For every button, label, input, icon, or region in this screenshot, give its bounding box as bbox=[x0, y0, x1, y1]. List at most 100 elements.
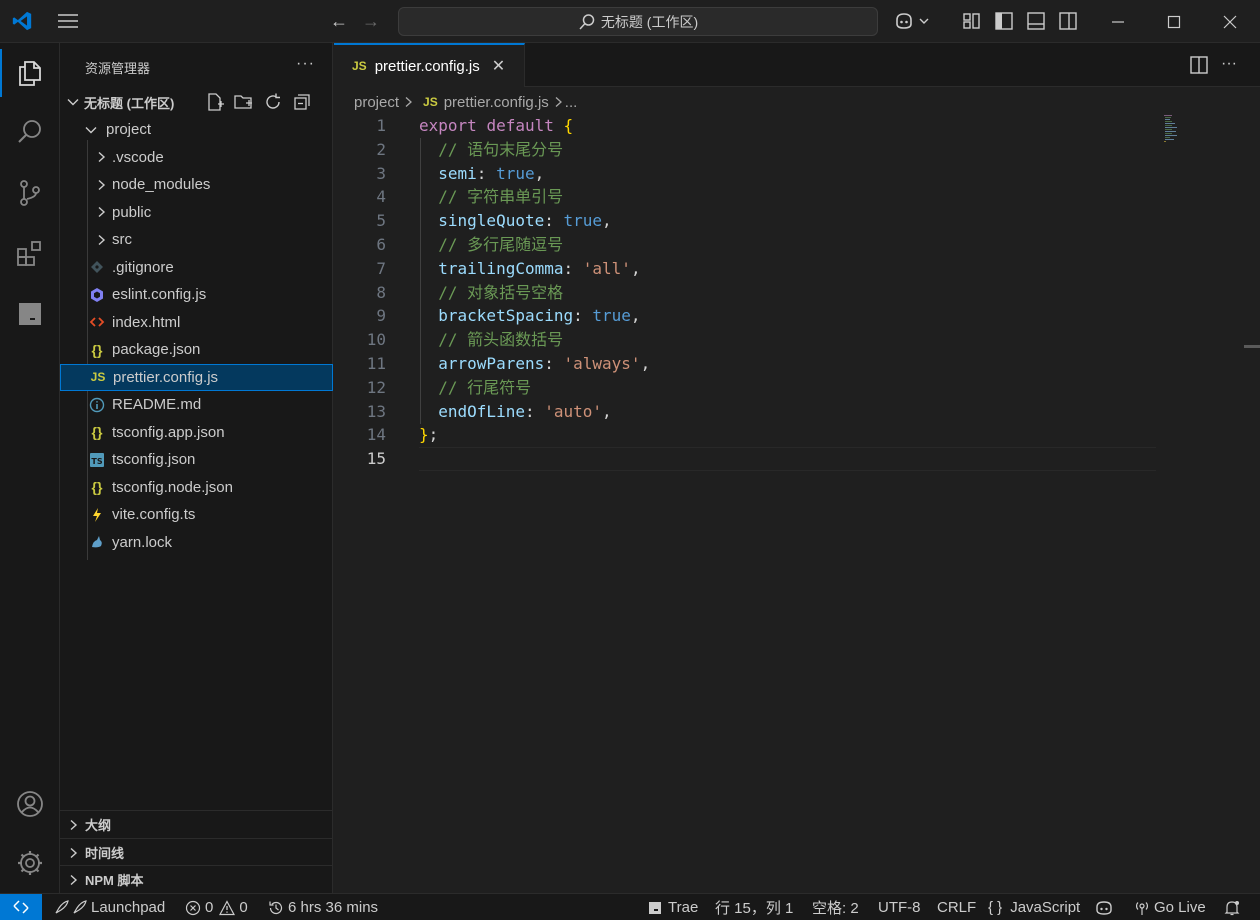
tree-item-label: .vscode bbox=[112, 148, 164, 166]
cursor-position[interactable]: 行 15，列 1 bbox=[715, 894, 793, 920]
activity-panel-view[interactable] bbox=[0, 286, 60, 342]
explorer-sidebar: 资源管理器 ··· 无标题 (工作区) project .vscode node_m… bbox=[60, 43, 333, 893]
warning-icon bbox=[219, 899, 236, 915]
breadcrumb-file[interactable]: prettier.config.js bbox=[444, 94, 549, 111]
time-tracker-item[interactable]: 6 hrs 36 mins bbox=[268, 894, 378, 920]
indentation[interactable]: 空格: 2 bbox=[812, 894, 859, 920]
activity-extensions[interactable] bbox=[0, 226, 60, 282]
workspace-header[interactable]: 无标题 (工作区) bbox=[60, 89, 333, 115]
tree-item-label: index.html bbox=[112, 313, 181, 331]
launchpad-item[interactable]: Launchpad bbox=[53, 894, 165, 920]
close-window-button[interactable] bbox=[1202, 0, 1258, 43]
outline-section[interactable]: 大纲 bbox=[60, 810, 333, 838]
tree-file[interactable]: vite.config.ts bbox=[60, 501, 333, 528]
breadcrumb-symbol[interactable]: ... bbox=[565, 94, 578, 111]
outline-label: 大纲 bbox=[85, 818, 112, 833]
tree-file[interactable]: yarn.lock bbox=[60, 529, 333, 556]
chevron-down-icon bbox=[82, 121, 100, 139]
forward-arrow-icon: → bbox=[362, 11, 380, 31]
tab-prettier-config[interactable]: JS prettier.config.js ✕ bbox=[334, 43, 525, 87]
code-line: 7 trailingComma: 'all', bbox=[334, 257, 1164, 281]
tree-file[interactable]: {} tsconfig.node.json bbox=[60, 474, 333, 501]
tree-folder[interactable]: project bbox=[60, 116, 333, 143]
notifications-button[interactable] bbox=[1224, 894, 1244, 920]
chevron-right-icon bbox=[405, 97, 413, 107]
timeline-section[interactable]: 时间线 bbox=[60, 838, 333, 866]
js-icon: JS bbox=[90, 370, 106, 384]
code-text: trailingComma: 'all', bbox=[438, 258, 641, 278]
language-mode[interactable]: { } JavaScript bbox=[988, 894, 1080, 920]
copilot-icon[interactable] bbox=[893, 11, 933, 31]
language-label: JavaScript bbox=[1010, 899, 1081, 916]
rocket-icon bbox=[55, 899, 87, 914]
more-actions-icon[interactable]: ··· bbox=[296, 55, 315, 73]
new-folder-icon[interactable] bbox=[234, 92, 254, 112]
menu-icon[interactable] bbox=[56, 11, 80, 31]
line-number: 13 bbox=[366, 401, 386, 421]
tree-folder[interactable]: public bbox=[60, 199, 333, 226]
activity-source-control[interactable] bbox=[0, 165, 60, 221]
toggle-primary-sidebar-icon[interactable] bbox=[994, 11, 1014, 31]
tree-item-label: tsconfig.app.json bbox=[112, 423, 225, 441]
split-editor-icon[interactable] bbox=[1189, 55, 1209, 75]
tree-folder[interactable]: node_modules bbox=[60, 171, 333, 198]
code-text: singleQuote: true, bbox=[438, 211, 612, 231]
refresh-icon[interactable] bbox=[263, 92, 283, 112]
ts-icon: TS bbox=[88, 451, 106, 469]
copilot-icon bbox=[1096, 900, 1112, 915]
tree-file[interactable]: JS prettier.config.js bbox=[60, 363, 333, 391]
back-arrow-icon[interactable]: ← bbox=[329, 11, 349, 31]
command-center-search[interactable]: 无标题 (工作区) bbox=[398, 7, 878, 36]
tree-file[interactable]: TS tsconfig.json bbox=[60, 446, 333, 473]
activity-explorer[interactable] bbox=[0, 45, 60, 101]
tree-folder[interactable]: .vscode bbox=[60, 144, 333, 171]
scrollbar-cursor-marker[interactable] bbox=[1244, 345, 1260, 348]
encoding[interactable]: UTF-8 bbox=[878, 894, 921, 920]
tree-file[interactable]: {} tsconfig.app.json bbox=[60, 419, 333, 446]
code-text: // 字符串单引号 bbox=[438, 187, 564, 207]
close-icon bbox=[1223, 15, 1237, 28]
json-icon: {} bbox=[91, 341, 103, 358]
end-of-line[interactable]: CRLF bbox=[937, 894, 976, 920]
breadcrumb-project[interactable]: project bbox=[354, 94, 399, 111]
customize-layout-icon[interactable] bbox=[962, 11, 982, 31]
tree-file[interactable]: index.html bbox=[60, 309, 333, 336]
code-line: 3 semi: true, bbox=[334, 162, 1164, 186]
line-number: 5 bbox=[376, 211, 386, 231]
copilot-status[interactable] bbox=[1095, 894, 1117, 920]
code-line: 14}; bbox=[334, 423, 1164, 447]
tree-file[interactable]: README.md bbox=[60, 391, 333, 418]
activity-accounts[interactable] bbox=[0, 776, 60, 832]
go-live-button[interactable]: Go Live bbox=[1134, 894, 1206, 920]
code-text: // 行尾符号 bbox=[438, 377, 532, 397]
minimize-button[interactable] bbox=[1090, 0, 1146, 43]
chevron-right-icon bbox=[555, 97, 562, 107]
minimap[interactable] bbox=[1163, 114, 1193, 144]
new-file-icon[interactable] bbox=[205, 92, 225, 112]
toggle-secondary-sidebar-icon[interactable] bbox=[1058, 11, 1078, 31]
close-tab-icon[interactable]: ✕ bbox=[492, 56, 505, 76]
tree-file[interactable]: .gitignore bbox=[60, 254, 333, 281]
launchpad-label: Launchpad bbox=[91, 899, 166, 916]
trae-item[interactable]: Trae bbox=[648, 894, 698, 920]
editor-more-actions-icon[interactable]: ··· bbox=[1221, 55, 1241, 75]
activity-search[interactable] bbox=[0, 104, 60, 160]
braces-icon: { } bbox=[988, 899, 1003, 916]
toggle-panel-icon[interactable] bbox=[1026, 11, 1046, 31]
collapse-all-icon[interactable] bbox=[292, 92, 312, 112]
code-text: // 多行尾随逗号 bbox=[438, 234, 564, 254]
maximize-button[interactable] bbox=[1146, 0, 1202, 43]
chevron-right-icon bbox=[92, 176, 110, 194]
tab-label: prettier.config.js bbox=[374, 57, 480, 75]
problems-item[interactable]: 0 0 bbox=[185, 894, 248, 920]
tree-file[interactable]: eslint.config.js bbox=[60, 281, 333, 308]
remote-indicator-button[interactable] bbox=[0, 893, 42, 920]
activity-manage[interactable] bbox=[0, 835, 60, 891]
tree-item-label: tsconfig.node.json bbox=[112, 478, 233, 496]
code-text: arrowParens: 'always', bbox=[438, 353, 651, 373]
tree-folder[interactable]: src bbox=[60, 226, 333, 253]
tree-file[interactable]: {} package.json bbox=[60, 336, 333, 363]
npm-scripts-section[interactable]: NPM 脚本 bbox=[60, 865, 333, 893]
chevron-right-icon bbox=[70, 847, 78, 858]
code-editor[interactable]: 1 export default {2 // 语句末尾分号 3 semi: true… bbox=[334, 114, 1164, 471]
